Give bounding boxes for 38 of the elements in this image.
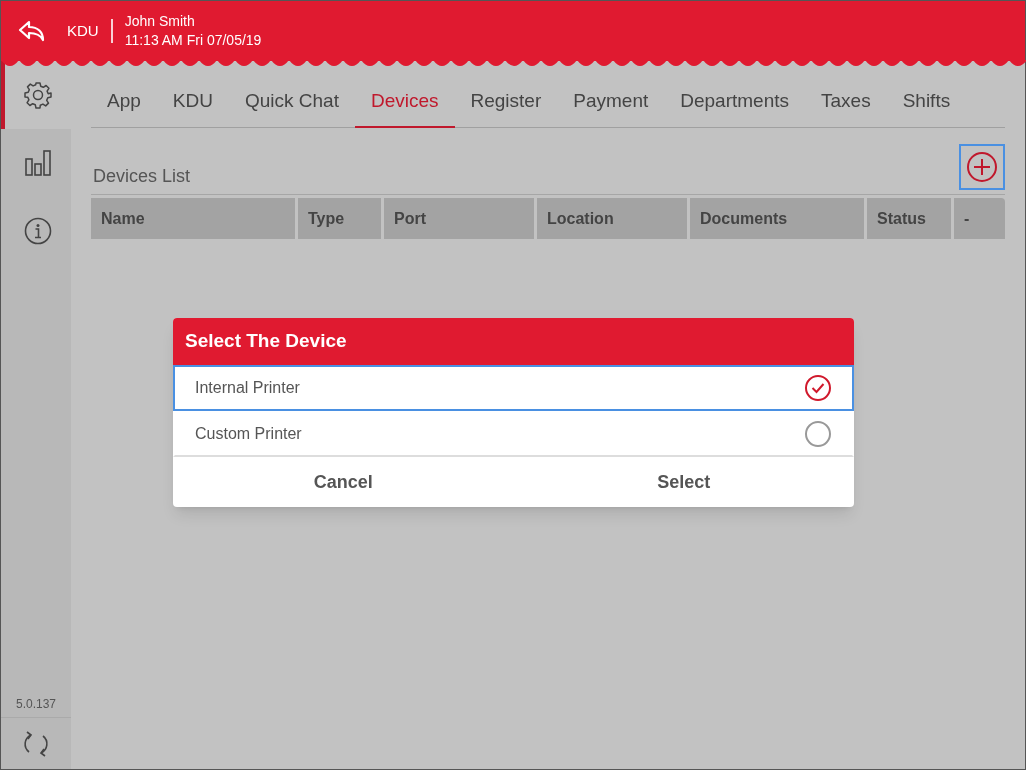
sidebar-item[interactable] (1, 61, 71, 129)
settings-icon (24, 81, 52, 109)
dialog-button[interactable]: Cancel (173, 457, 514, 507)
column-header: Documents (690, 198, 864, 239)
option-label: Internal Printer (195, 378, 300, 398)
station-label: KDU (67, 20, 99, 41)
user-name: John Smith (124, 12, 196, 31)
device-option[interactable]: Custom Printer (173, 411, 854, 457)
column-header: Name (91, 198, 295, 239)
tab[interactable]: Payment (557, 69, 665, 128)
dialog-button[interactable]: Select (513, 457, 854, 507)
version-label: 5.0.137 (14, 696, 57, 713)
tab[interactable]: Taxes (805, 69, 887, 128)
column-header: Location (537, 198, 687, 239)
column-header: Status (867, 198, 951, 239)
date-time: 11:13 AM Fri 07/05/19 (124, 31, 262, 50)
column-header: - (954, 198, 1005, 239)
add-button[interactable] (959, 144, 1005, 190)
bar-chart-icon (24, 149, 52, 177)
tab[interactable]: App (91, 69, 157, 128)
sync-icon (23, 729, 49, 758)
option-label: Custom Printer (195, 424, 302, 444)
back-icon[interactable] (17, 19, 47, 43)
device-option[interactable]: Internal Printer (173, 365, 854, 411)
tab[interactable]: KDU (156, 69, 229, 128)
column-header: Port (384, 198, 534, 239)
radio-checked-icon[interactable] (804, 374, 832, 402)
tab[interactable]: Register (454, 69, 558, 128)
tab[interactable]: Departments (664, 69, 805, 128)
column-header: Type (298, 198, 381, 239)
add-icon (966, 151, 998, 183)
radio-unchecked-icon[interactable] (804, 420, 832, 448)
section-title: Devices List (93, 165, 191, 188)
tab[interactable]: Devices (354, 69, 455, 128)
info-icon (24, 217, 52, 245)
tab[interactable]: Quick Chat (228, 69, 355, 128)
dialog-title: Select The Device (173, 318, 854, 365)
tab[interactable]: Shifts (886, 69, 967, 128)
